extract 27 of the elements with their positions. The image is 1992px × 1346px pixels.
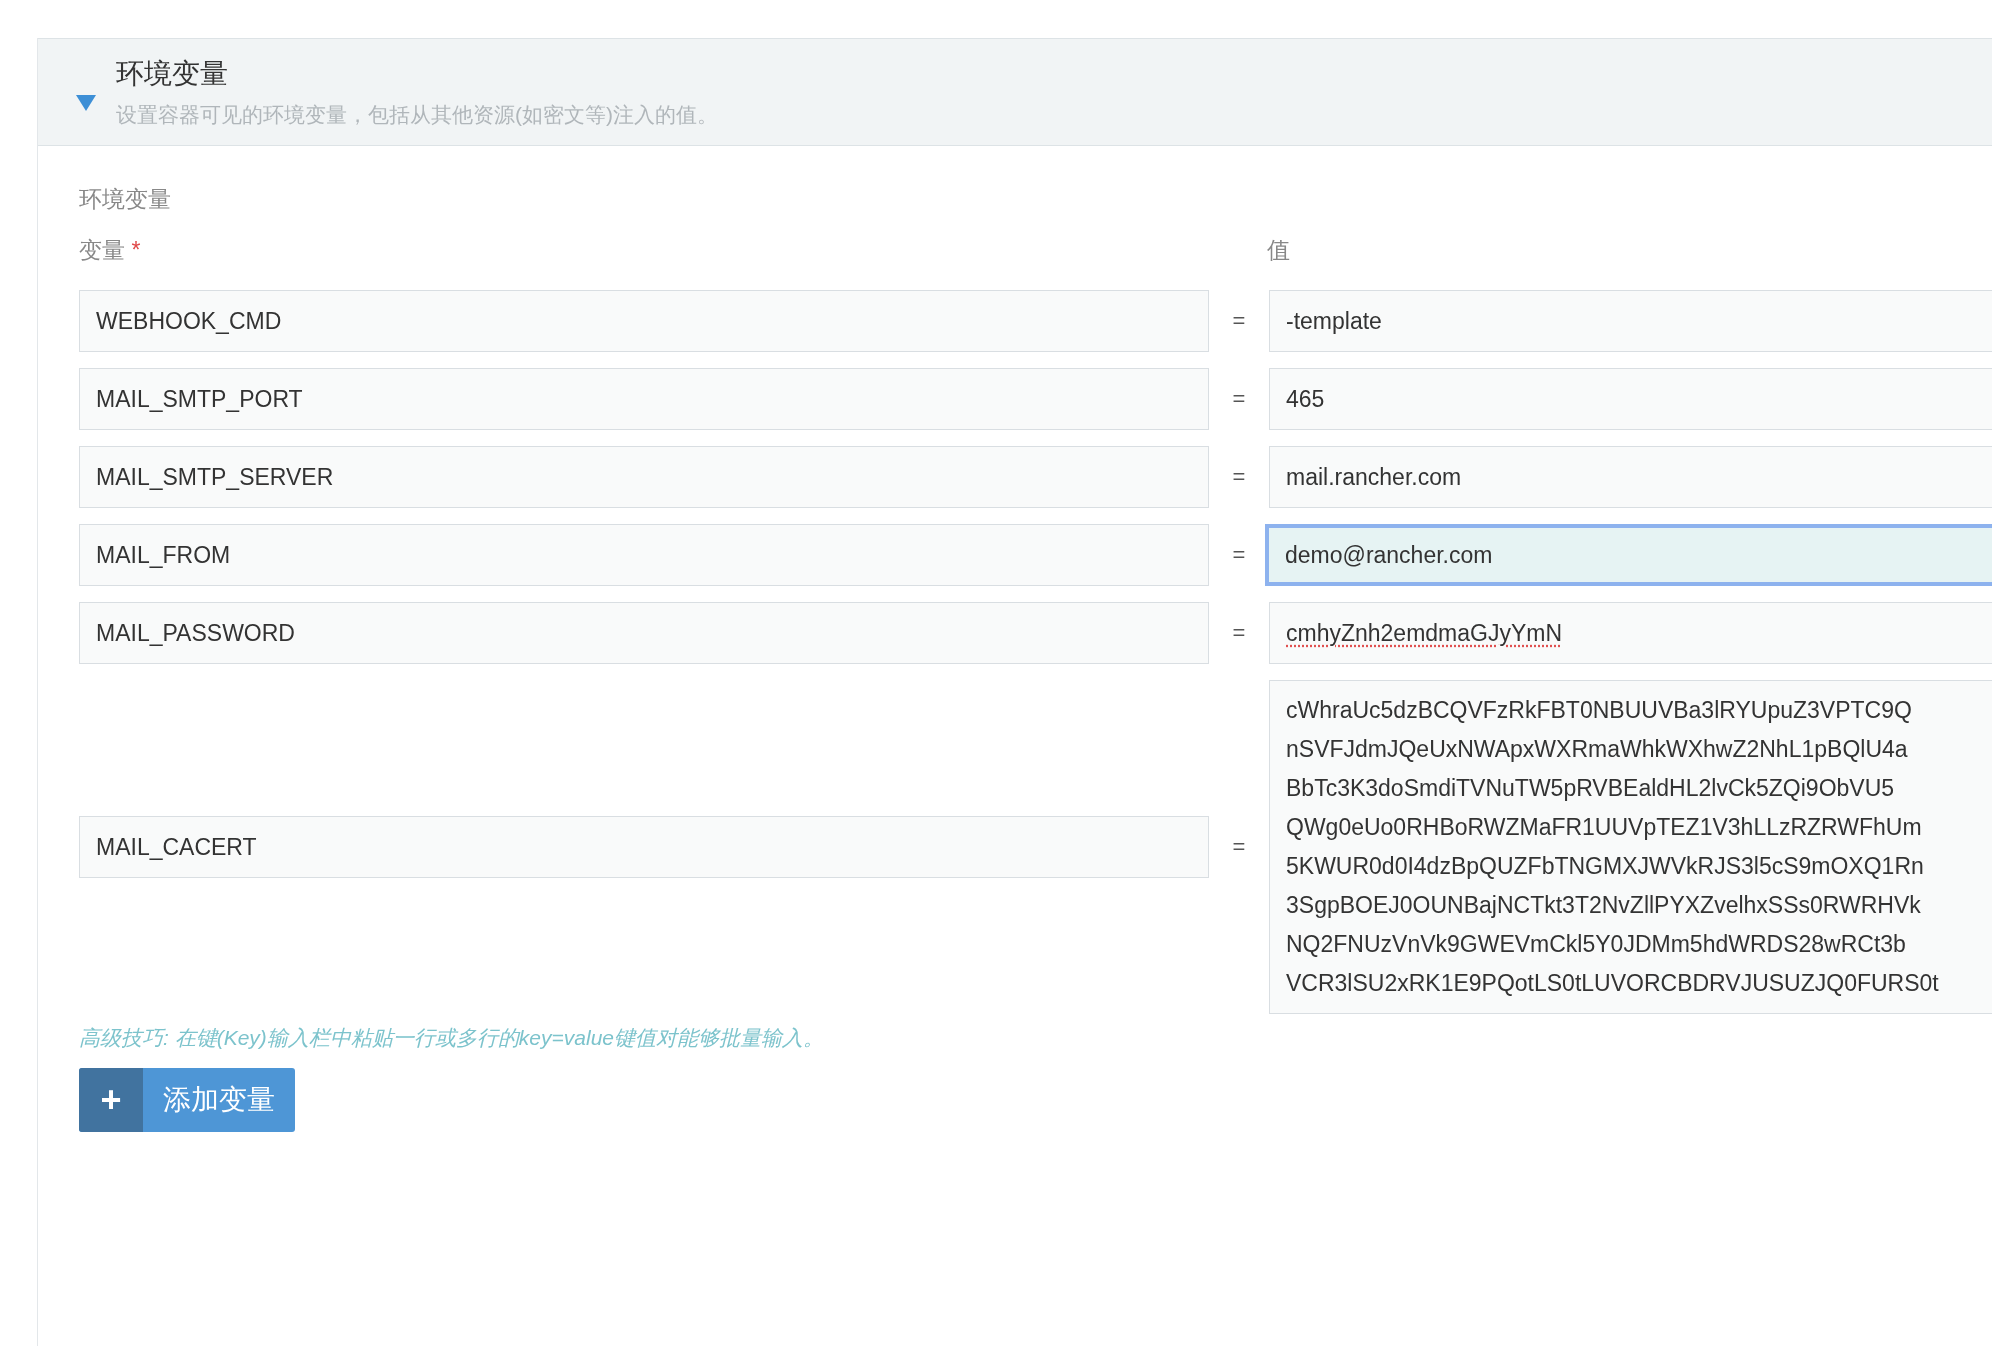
column-label: 变量 [79,237,125,263]
equals-sign: = [1231,386,1247,412]
collapse-triangle-icon[interactable] [76,95,96,111]
equals-sign: = [1231,464,1247,490]
key-field[interactable]: MAIL_SMTP_SERVER [79,446,1209,508]
equals-sign: = [1231,620,1247,646]
section-title: 环境变量 [116,57,229,91]
key-field[interactable]: MAIL_SMTP_PORT [79,368,1209,430]
required-mark: * [131,237,141,263]
tip-text: 高级技巧: 在键(Key)输入栏中粘贴一行或多行的key=value键值对能够批量输入。 [79,1025,825,1051]
value-field[interactable]: demo@rancher.com [1265,524,1992,586]
key-field[interactable]: MAIL_PASSWORD [79,602,1209,664]
key-field[interactable]: MAIL_FROM [79,524,1209,586]
section-description: 设置容器可见的环境变量，包括从其他资源(如密文等)注入的值。 [116,102,718,128]
add-variable-button[interactable]: + 添加变量 [79,1068,295,1132]
value-field[interactable]: cmhyZnh2emdmaGJyYmN [1269,602,1992,664]
equals-sign: = [1231,308,1247,334]
column-label: 值 [1267,237,1290,263]
key-field[interactable]: WEBHOOK_CMD [79,290,1209,352]
equals-sign: = [1231,834,1247,860]
group-label: 环境变量 [79,185,172,214]
value-field[interactable]: -template [1269,290,1992,352]
value-field[interactable]: cWhraUc5dzBCQVFzRkFBT0NBUUVBa3lRYUpuZ3VPTC9Q nSVFJdmJQeUxNWApxWXRmaWhkWXhwZ2NhL1pBQlU4a BbTc3K3doSmdiTVNuTW5pRVBEaldHL2lvCk5ZQi9ObVU5 QWg0eUo0RHBoRWZMaFR1UUVpTEZ1V3hLLzRZRWFhUm 5KWUR0d0I4dzBpQUZFbTNGMXJWVkRJS3l5cS9mOXQ1Rn 3SgpBOEJ0OUNBajNCTkt3T2NvZllPYXZvelhxSSs0RWRHVk NQ2FNUzVnVk9GWEVmCkl5Y0JDMm5hdWRDS28wRCt3b VCR3lSU2xRK1E9PQotLS0tLUVORCBDRVJUSUZJQ0FURS0t [1269,680,1992,1014]
key-field[interactable]: MAIL_CACERT [79,816,1209,878]
equals-sign: = [1231,542,1247,568]
value-field[interactable]: mail.rancher.com [1269,446,1992,508]
value-field[interactable]: 465 [1269,368,1992,430]
